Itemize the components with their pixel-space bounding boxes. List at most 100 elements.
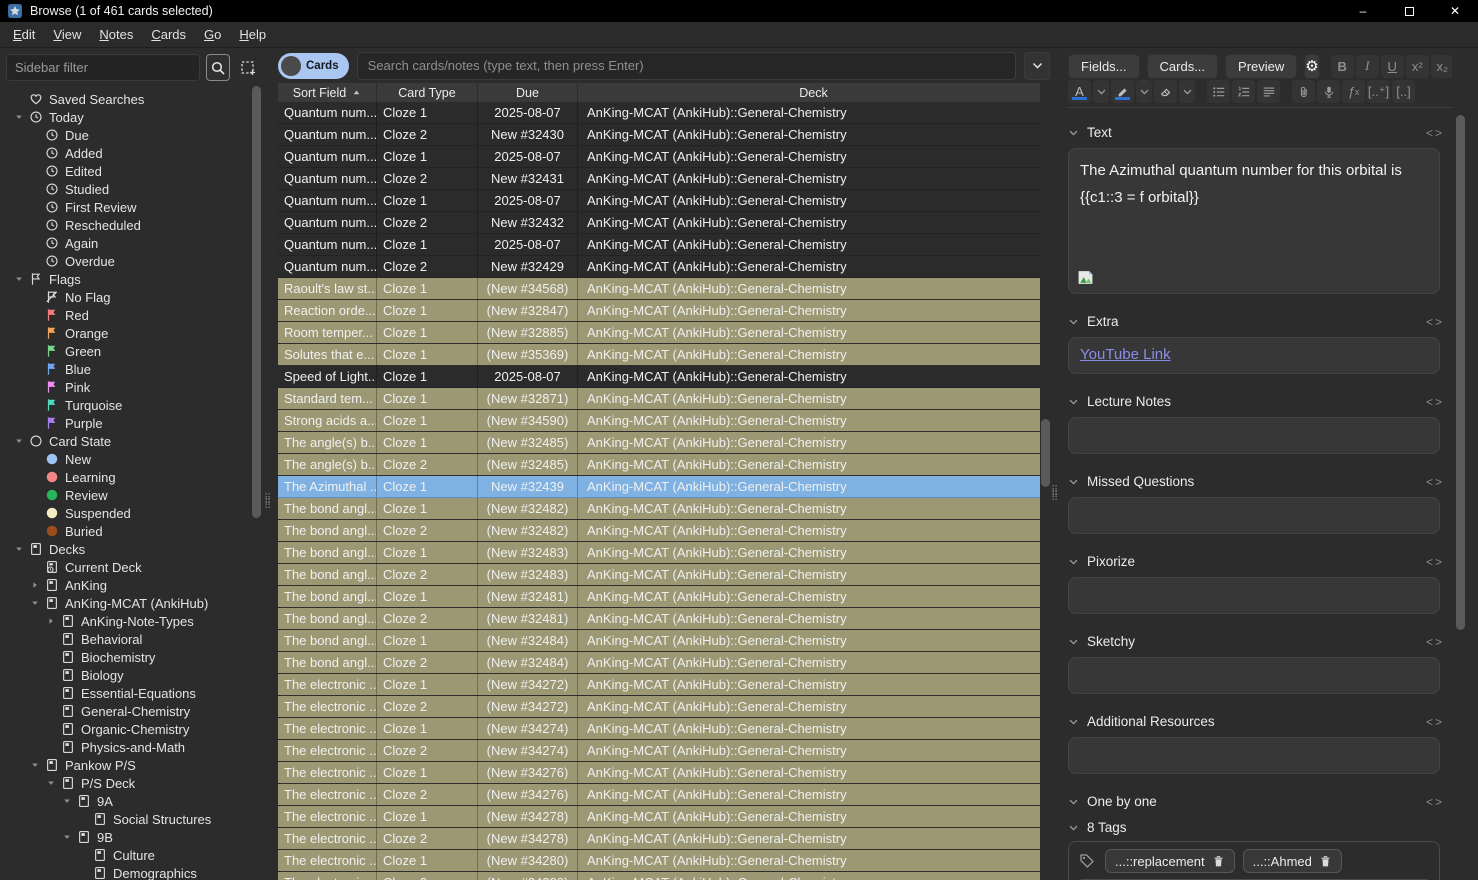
sidebar-item-current-deck[interactable]: Current Deck [0, 558, 252, 576]
collapse-chevron-icon[interactable] [1068, 636, 1079, 647]
expanded-caret-icon[interactable] [58, 796, 76, 806]
table-row[interactable]: The electronic ...Cloze 2(New #34274)AnK… [278, 740, 1040, 762]
expanded-caret-icon[interactable] [10, 544, 28, 554]
close-button[interactable]: ✕ [1432, 0, 1478, 22]
table-row[interactable]: The electronic ...Cloze 2(New #34276)AnK… [278, 784, 1040, 806]
table-row[interactable]: Quantum num...Cloze 12025-08-07AnKing-MC… [278, 146, 1040, 168]
field-input-text[interactable]: The Azimuthal quantum number for this or… [1068, 148, 1440, 294]
sidebar-item-green[interactable]: Green [0, 342, 252, 360]
table-row[interactable]: Standard tem...Cloze 1(New #32871)AnKing… [278, 388, 1040, 410]
sidebar-item-today[interactable]: Today [0, 108, 252, 126]
column-header-deck[interactable]: Deck [578, 83, 1040, 102]
field-input-extra[interactable]: YouTube Link [1068, 337, 1440, 374]
sidebar-item-orange[interactable]: Orange [0, 324, 252, 342]
html-editor-icon[interactable]: <> [1426, 315, 1444, 329]
sidebar-item-review[interactable]: Review [0, 486, 252, 504]
table-row[interactable]: The electronic ...Cloze 2(New #34278)AnK… [278, 828, 1040, 850]
table-row[interactable]: Solutes that e...Cloze 1(New #35369)AnKi… [278, 344, 1040, 366]
sidebar-item-p-s-deck[interactable]: P/S Deck [0, 774, 252, 792]
tag-pill-ahmed[interactable]: ...::Ahmed [1243, 849, 1342, 873]
html-editor-icon[interactable]: <> [1426, 475, 1444, 489]
column-header-card-type[interactable]: Card Type [377, 83, 478, 102]
collapse-chevron-icon[interactable] [1068, 476, 1079, 487]
table-row[interactable]: Quantum num...Cloze 12025-08-07AnKing-MC… [278, 102, 1040, 124]
table-row[interactable]: The angle(s) b...Cloze 2(New #32485)AnKi… [278, 454, 1040, 476]
sidebar-item-buried[interactable]: Buried [0, 522, 252, 540]
cloze-same-icon[interactable]: [..] [1392, 80, 1415, 103]
collapse-chevron-icon[interactable] [1068, 316, 1079, 327]
sidebar-item-new[interactable]: New [0, 450, 252, 468]
sidebar-item-organic-chemistry[interactable]: Organic-Chemistry [0, 720, 252, 738]
cloze-new-icon[interactable]: [..⁺] [1367, 80, 1390, 103]
table-row[interactable]: Quantum num...Cloze 2New #32429AnKing-MC… [278, 256, 1040, 278]
sidebar-item-due[interactable]: Due [0, 126, 252, 144]
table-scrollbar[interactable] [1041, 419, 1050, 487]
sidebar-item-biochemistry[interactable]: Biochemistry [0, 648, 252, 666]
minimize-button[interactable]: – [1340, 0, 1386, 22]
search-input[interactable] [357, 52, 1016, 80]
table-row[interactable]: Reaction orde...Cloze 1(New #32847)AnKin… [278, 300, 1040, 322]
table-row[interactable]: The bond angl...Cloze 2(New #32481)AnKin… [278, 608, 1040, 630]
expanded-caret-icon[interactable] [26, 598, 44, 608]
gear-icon[interactable]: ⚙ [1304, 54, 1319, 79]
table-row[interactable]: The electronic ...Cloze 1(New #34280)AnK… [278, 850, 1040, 872]
trash-icon[interactable] [1212, 855, 1225, 868]
sidebar-item-decks[interactable]: Decks [0, 540, 252, 558]
sidebar-item-social-structures[interactable]: Social Structures [0, 810, 252, 828]
youtube-link[interactable]: YouTube Link [1069, 338, 1182, 371]
collapsed-caret-icon[interactable] [26, 580, 44, 590]
ordered-list-icon[interactable] [1232, 80, 1255, 103]
superscript-icon[interactable]: x² [1406, 55, 1429, 78]
sidebar-item-studied[interactable]: Studied [0, 180, 252, 198]
subscript-icon[interactable]: x₂ [1431, 55, 1452, 78]
sidebar-item-turquoise[interactable]: Turquoise [0, 396, 252, 414]
sidebar-item-no-flag[interactable]: No Flag [0, 288, 252, 306]
expanded-caret-icon[interactable] [10, 274, 28, 284]
menu-go[interactable]: Go [195, 24, 230, 45]
table-row[interactable]: The electronic ...Cloze 2(New #34280)AnK… [278, 872, 1040, 880]
sidebar-search-button[interactable] [206, 54, 230, 81]
microphone-icon[interactable] [1317, 80, 1340, 103]
field-input-pixorize[interactable] [1068, 577, 1440, 614]
eraser-chevron-icon[interactable] [1179, 80, 1195, 103]
sidebar-item-learning[interactable]: Learning [0, 468, 252, 486]
editor-scrollbar[interactable] [1456, 115, 1465, 630]
sidebar-item-blue[interactable]: Blue [0, 360, 252, 378]
sidebar-item-red[interactable]: Red [0, 306, 252, 324]
menu-help[interactable]: Help [230, 24, 275, 45]
sidebar-item-9a[interactable]: 9A [0, 792, 252, 810]
sidebar-item-saved-searches[interactable]: Saved Searches [0, 90, 252, 108]
table-row[interactable]: Strong acids a...Cloze 1(New #34590)AnKi… [278, 410, 1040, 432]
preview-button[interactable]: Preview [1225, 54, 1297, 79]
sidebar-item-purple[interactable]: Purple [0, 414, 252, 432]
chevron-down-icon[interactable] [1068, 822, 1079, 833]
table-row[interactable]: Room temper...Cloze 1(New #32885)AnKing-… [278, 322, 1040, 344]
expanded-caret-icon[interactable] [26, 760, 44, 770]
html-editor-icon[interactable]: <> [1426, 795, 1444, 809]
html-editor-icon[interactable]: <> [1426, 126, 1444, 140]
paperclip-icon[interactable] [1292, 80, 1315, 103]
sidebar-item-behavioral[interactable]: Behavioral [0, 630, 252, 648]
sidebar-item-flags[interactable]: Flags [0, 270, 252, 288]
tag-pill-replacement[interactable]: ...::replacement [1105, 849, 1235, 873]
sidebar-item-added[interactable]: Added [0, 144, 252, 162]
column-header-due[interactable]: Due [478, 83, 578, 102]
table-row[interactable]: Speed of Light...Cloze 12025-08-07AnKing… [278, 366, 1040, 388]
text-color-icon[interactable]: A [1068, 80, 1091, 103]
collapse-chevron-icon[interactable] [1068, 127, 1079, 138]
sidebar-item-again[interactable]: Again [0, 234, 252, 252]
fields-button[interactable]: Fields... [1068, 54, 1140, 79]
table-row[interactable]: The bond angl...Cloze 2(New #32482)AnKin… [278, 520, 1040, 542]
sidebar-select-button[interactable] [236, 54, 260, 81]
sidebar-item-edited[interactable]: Edited [0, 162, 252, 180]
sidebar-item-suspended[interactable]: Suspended [0, 504, 252, 522]
unordered-list-icon[interactable] [1207, 80, 1230, 103]
highlight-icon[interactable] [1111, 80, 1134, 103]
field-input-lecture-notes[interactable] [1068, 417, 1440, 454]
highlight-chevron-icon[interactable] [1136, 80, 1152, 103]
table-row[interactable]: Quantum num...Cloze 2New #32431AnKing-MC… [278, 168, 1040, 190]
html-editor-icon[interactable]: <> [1426, 715, 1444, 729]
table-row[interactable]: Quantum num...Cloze 2New #32432AnKing-MC… [278, 212, 1040, 234]
tags-box[interactable]: ...::replacement...::Ahmed...::4E-Atoms_… [1068, 841, 1440, 880]
table-row[interactable]: The electronic ...Cloze 1(New #34272)AnK… [278, 674, 1040, 696]
